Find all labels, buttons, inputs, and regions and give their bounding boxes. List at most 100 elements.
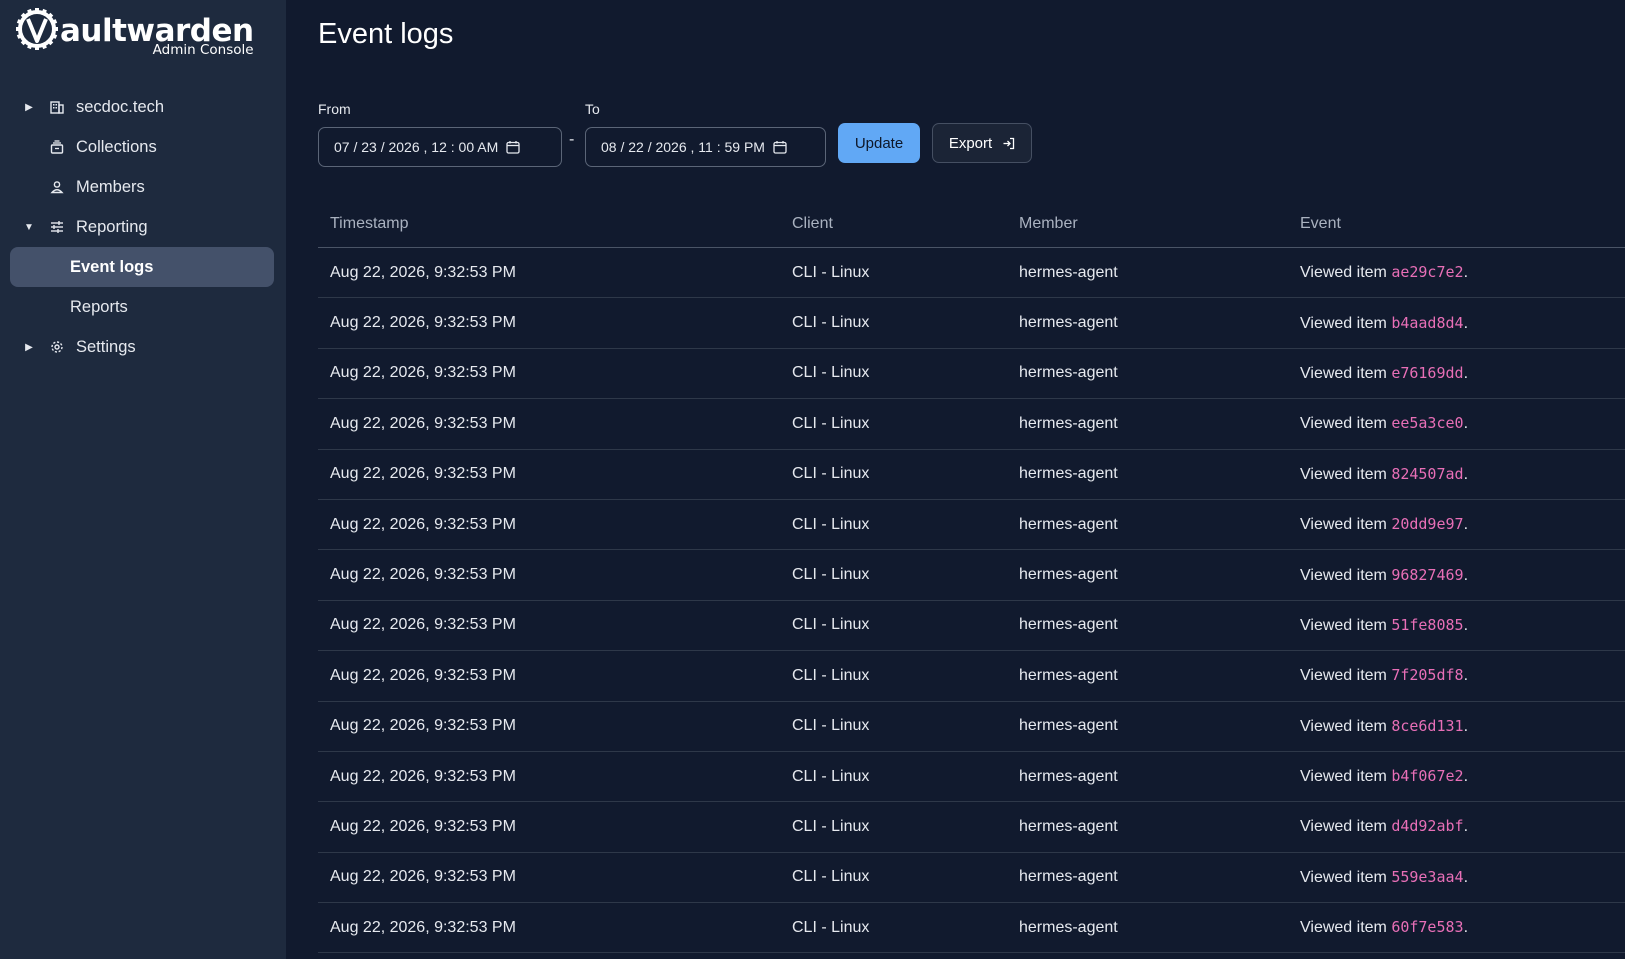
member-cell: hermes-agent bbox=[1019, 666, 1118, 684]
item-id-link[interactable]: 7f205df8 bbox=[1391, 666, 1463, 684]
item-id-link[interactable]: 96827469 bbox=[1391, 566, 1463, 584]
sidebar-item-collections[interactable]: Collections bbox=[10, 127, 274, 167]
member-cell: hermes-agent bbox=[1019, 414, 1118, 432]
brand-logo[interactable]: aultwarden Admin Console bbox=[16, 8, 254, 58]
export-button[interactable]: Export bbox=[932, 123, 1032, 163]
client-cell: CLI - Linux bbox=[792, 314, 870, 332]
to-label: To bbox=[585, 101, 600, 117]
main-content: Event logs From 07 / 23 / 2026 , 12 : 00… bbox=[286, 0, 1625, 959]
sidebar-nav: ▶ secdoc.tech Collections Members ▼ Repo… bbox=[10, 87, 274, 367]
event-period: . bbox=[1463, 465, 1469, 483]
event-period: . bbox=[1463, 667, 1469, 685]
event-text: Viewed item bbox=[1300, 768, 1392, 786]
column-header-event[interactable]: Event bbox=[1300, 215, 1625, 233]
event-cell: Viewed item 51fe8085. bbox=[1300, 616, 1625, 635]
timestamp-cell: Aug 22, 2026, 9:32:53 PM bbox=[330, 767, 516, 785]
client-cell: CLI - Linux bbox=[792, 666, 870, 684]
member-cell: hermes-agent bbox=[1019, 717, 1118, 735]
sidebar-item-members[interactable]: Members bbox=[10, 167, 274, 207]
caret-right-icon[interactable]: ▶ bbox=[20, 342, 38, 353]
vaultwarden-gear-icon bbox=[16, 8, 58, 50]
timestamp-cell: Aug 22, 2026, 9:32:53 PM bbox=[330, 465, 516, 483]
table-row: Aug 22, 2026, 9:32:53 PM CLI - Linux herme… bbox=[318, 651, 1625, 702]
sidebar-item-reporting[interactable]: ▼ Reporting bbox=[10, 207, 274, 247]
column-header-client[interactable]: Client bbox=[792, 215, 1019, 233]
event-cell: Viewed item ee5a3ce0. bbox=[1300, 414, 1625, 433]
table-row: Aug 22, 2026, 9:32:53 PM CLI - Linux herme… bbox=[318, 399, 1625, 450]
event-period: . bbox=[1463, 768, 1469, 786]
sidebar-item-label: Event logs bbox=[70, 257, 154, 276]
event-text: Viewed item bbox=[1300, 818, 1392, 836]
event-cell: Viewed item e76169dd. bbox=[1300, 364, 1625, 383]
member-cell: hermes-agent bbox=[1019, 263, 1118, 281]
sidebar-item-reports[interactable]: Reports bbox=[10, 287, 274, 327]
from-date-input[interactable]: 07 / 23 / 2026 , 12 : 00 AM bbox=[318, 127, 562, 167]
export-label: Export bbox=[948, 134, 993, 152]
client-cell: CLI - Linux bbox=[792, 817, 870, 835]
brand-subtitle: Admin Console bbox=[152, 42, 254, 58]
event-text: Viewed item bbox=[1300, 667, 1392, 685]
event-period: . bbox=[1463, 566, 1469, 584]
caret-right-icon[interactable]: ▶ bbox=[20, 102, 38, 113]
column-header-member[interactable]: Member bbox=[1019, 215, 1300, 233]
client-cell: CLI - Linux bbox=[792, 918, 870, 936]
calendar-icon[interactable] bbox=[506, 140, 520, 154]
event-text: Viewed item bbox=[1300, 717, 1392, 735]
event-log-table: Timestamp Client Member Event Aug 22, 20… bbox=[318, 200, 1625, 954]
event-text: Viewed item bbox=[1300, 415, 1392, 433]
sidebar-item-label: Reports bbox=[70, 297, 128, 316]
item-id-link[interactable]: d4d92abf bbox=[1391, 817, 1463, 835]
client-cell: CLI - Linux bbox=[792, 465, 870, 483]
timestamp-cell: Aug 22, 2026, 9:32:53 PM bbox=[330, 868, 516, 886]
member-cell: hermes-agent bbox=[1019, 616, 1118, 634]
member-cell: hermes-agent bbox=[1019, 465, 1118, 483]
client-cell: CLI - Linux bbox=[792, 717, 870, 735]
timestamp-cell: Aug 22, 2026, 9:32:53 PM bbox=[330, 817, 516, 835]
calendar-icon[interactable] bbox=[773, 140, 787, 154]
to-date-value: 08 / 22 / 2026 , 11 : 59 PM bbox=[601, 139, 765, 155]
item-id-link[interactable]: 20dd9e97 bbox=[1391, 515, 1463, 533]
sidebar-item-label: Settings bbox=[76, 337, 136, 356]
to-date-input[interactable]: 08 / 22 / 2026 , 11 : 59 PM bbox=[585, 127, 826, 167]
collection-icon bbox=[46, 140, 68, 154]
client-cell: CLI - Linux bbox=[792, 868, 870, 886]
event-text: Viewed item bbox=[1300, 616, 1392, 634]
update-button[interactable]: Update bbox=[838, 123, 920, 163]
item-id-link[interactable]: ee5a3ce0 bbox=[1391, 414, 1463, 432]
item-id-link[interactable]: b4aad8d4 bbox=[1391, 314, 1463, 332]
item-id-link[interactable]: 60f7e583 bbox=[1391, 918, 1463, 936]
sidebar-item-label: Members bbox=[76, 177, 145, 196]
page-title: Event logs bbox=[318, 18, 454, 50]
item-id-link[interactable]: b4f067e2 bbox=[1391, 767, 1463, 785]
event-period: . bbox=[1463, 264, 1469, 282]
member-cell: hermes-agent bbox=[1019, 817, 1118, 835]
table-row: Aug 22, 2026, 9:32:53 PM CLI - Linux herme… bbox=[318, 298, 1625, 349]
event-text: Viewed item bbox=[1300, 364, 1392, 382]
event-period: . bbox=[1463, 868, 1469, 886]
member-cell: hermes-agent bbox=[1019, 364, 1118, 382]
caret-down-icon[interactable]: ▼ bbox=[20, 222, 38, 233]
sidebar-item-event-logs[interactable]: Event logs bbox=[10, 247, 274, 287]
column-header-timestamp[interactable]: Timestamp bbox=[318, 215, 792, 233]
client-cell: CLI - Linux bbox=[792, 414, 870, 432]
item-id-link[interactable]: 51fe8085 bbox=[1391, 616, 1463, 634]
date-range-separator: - bbox=[569, 131, 575, 148]
sidebar-item-organization[interactable]: ▶ secdoc.tech bbox=[10, 87, 274, 127]
timestamp-cell: Aug 22, 2026, 9:32:53 PM bbox=[330, 414, 516, 432]
event-cell: Viewed item d4d92abf. bbox=[1300, 817, 1625, 836]
item-id-link[interactable]: e76169dd bbox=[1391, 364, 1463, 382]
event-text: Viewed item bbox=[1300, 868, 1392, 886]
event-text: Viewed item bbox=[1300, 465, 1392, 483]
sidebar-item-settings[interactable]: ▶ Settings bbox=[10, 327, 274, 367]
member-cell: hermes-agent bbox=[1019, 314, 1118, 332]
sidebar-item-label: secdoc.tech bbox=[76, 97, 165, 116]
client-cell: CLI - Linux bbox=[792, 515, 870, 533]
item-id-link[interactable]: 824507ad bbox=[1391, 465, 1463, 483]
item-id-link[interactable]: 559e3aa4 bbox=[1391, 868, 1463, 886]
event-cell: Viewed item ae29c7e2. bbox=[1300, 263, 1625, 282]
event-period: . bbox=[1463, 314, 1469, 332]
event-cell: Viewed item 60f7e583. bbox=[1300, 918, 1625, 937]
item-id-link[interactable]: ae29c7e2 bbox=[1391, 263, 1463, 281]
client-cell: CLI - Linux bbox=[792, 767, 870, 785]
item-id-link[interactable]: 8ce6d131 bbox=[1391, 717, 1463, 735]
